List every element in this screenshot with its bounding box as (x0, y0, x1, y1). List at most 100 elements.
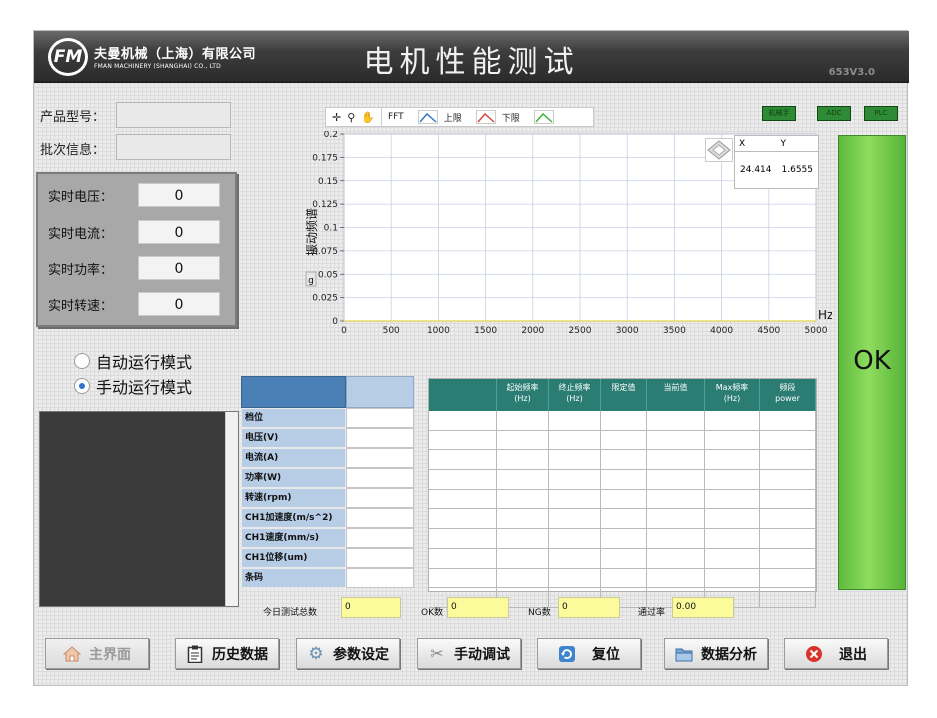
frequency-band-cell (647, 509, 705, 530)
robot-status-led: 机械手 (762, 106, 796, 121)
frequency-band-cell (601, 450, 647, 471)
measurement-row-value (346, 428, 414, 448)
measurement-row-value (346, 408, 414, 428)
gear-icon: ⚙ (308, 643, 324, 664)
measurement-row: 电流(A) (241, 448, 414, 468)
frequency-band-header-cell: Max频率 (Hz) (705, 379, 760, 411)
app-window: FM 夫曼机械（上海）有限公司 FMAN MACHINERY (SHANGHAI… (33, 30, 909, 686)
reset-button-label: 复位 (592, 646, 620, 663)
realtime-voltage-label: 实时电压： (48, 190, 114, 205)
frequency-band-cell (705, 509, 760, 530)
frequency-band-cell (760, 450, 816, 471)
frequency-band-row (429, 548, 816, 569)
reset-button[interactable]: 复位 (537, 638, 641, 669)
frequency-band-cell (429, 509, 497, 530)
refresh-icon (558, 645, 576, 663)
frequency-band-cell (429, 470, 497, 490)
pass-rate-label: 通过率 (638, 608, 666, 618)
ok-count-label: OK数 (421, 608, 443, 618)
plc-status-led: PLC (864, 106, 898, 121)
frequency-band-header-cell: 限定值 (601, 379, 647, 411)
frequency-band-row (429, 568, 816, 589)
frequency-band-cell (705, 548, 760, 569)
realtime-voltage-row: 实时电压： 0 (38, 183, 238, 207)
frequency-band-cell (760, 430, 816, 451)
home-button[interactable]: 主界面 (45, 638, 149, 669)
frequency-band-cell (497, 568, 549, 589)
auto-mode-radio[interactable]: 自动运行模式 (74, 349, 192, 373)
version-label: 653V3.0 (828, 67, 875, 78)
frequency-band-cell (760, 489, 816, 510)
parameter-settings-button-label: 参数设定 (333, 646, 389, 663)
home-icon (63, 645, 81, 663)
measurement-row-label: 电流(A) (241, 448, 346, 468)
frequency-band-cell (429, 529, 497, 549)
frequency-band-cell (497, 470, 549, 490)
measurement-row-value (346, 548, 414, 568)
manual-debug-button[interactable]: ✂ 手动调试 (417, 638, 521, 669)
fft-line-swatch-icon[interactable] (417, 110, 438, 124)
measurement-row: CH1位移(um) (241, 548, 414, 568)
lower-limit-swatch-icon[interactable] (533, 110, 554, 124)
frequency-band-header-cell: 起始频率 (Hz) (497, 379, 549, 411)
frequency-band-cell (647, 529, 705, 549)
frequency-band-cell (429, 411, 497, 431)
frequency-band-cell (497, 489, 549, 510)
upper-limit-swatch-icon[interactable] (475, 110, 496, 124)
frequency-band-table-header: 起始频率 (Hz) 终止频率 (Hz) 限定值 当前值 Max频率 (Hz) 频段 pow… (429, 379, 816, 411)
measurement-row-label: CH1速度(mm/s) (241, 528, 346, 548)
pass-rate-value: 0.00 (672, 597, 734, 618)
realtime-voltage-value: 0 (138, 183, 220, 207)
batch-info-field[interactable] (116, 134, 231, 160)
frequency-band-cell (429, 489, 497, 510)
crosshair-tool-icon[interactable]: ✛ (332, 111, 341, 124)
frequency-band-cell (549, 470, 601, 490)
frequency-band-cell (760, 548, 816, 569)
x-tick-label: 1500 (474, 326, 497, 336)
header-bar: FM 夫曼机械（上海）有限公司 FMAN MACHINERY (SHANGHAI… (34, 31, 909, 83)
frequency-band-cell (705, 529, 760, 549)
history-button[interactable]: 历史数据 (175, 638, 279, 669)
realtime-speed-value: 0 (138, 292, 220, 316)
data-analysis-button[interactable]: 数据分析 (664, 638, 768, 669)
frequency-band-cell (497, 529, 549, 549)
parameter-settings-button[interactable]: ⚙ 参数设定 (296, 638, 400, 669)
manual-debug-button-label: 手动调试 (454, 646, 510, 663)
x-tick-label: 5000 (805, 326, 828, 336)
frequency-band-header-cell (429, 379, 497, 411)
frequency-band-cell (601, 548, 647, 569)
cursor-readout: X Y 24.414 1.6555 (734, 135, 819, 189)
realtime-power-row: 实时功率： 0 (38, 256, 238, 280)
realtime-power-label: 实时功率： (48, 263, 114, 278)
frequency-band-cell (760, 411, 816, 431)
frequency-band-cell (760, 568, 816, 589)
frequency-band-cell (647, 470, 705, 490)
history-button-label: 历史数据 (212, 646, 268, 663)
wrench-icon: ✂ (430, 644, 444, 663)
frequency-band-cell (549, 450, 601, 471)
exit-button[interactable]: 退出 (784, 638, 888, 669)
log-scrollbar[interactable] (225, 412, 238, 606)
frequency-band-cell (549, 509, 601, 530)
zoom-tool-icon[interactable]: ⚲ (347, 111, 355, 124)
pan-hand-icon[interactable]: ✋ (361, 111, 375, 124)
frequency-band-cell (705, 430, 760, 451)
measurement-row-value (346, 568, 414, 588)
cursor-navigator-icon[interactable] (705, 138, 733, 162)
radio-unchecked-icon (74, 353, 90, 369)
measurement-table: 档位 电压(V) 电流(A) 功率(W) 转速(rpm) CH1加速度(m/s^2) CH1… (241, 376, 414, 588)
data-analysis-button-label: 数据分析 (701, 646, 757, 663)
x-tick-label: 1000 (427, 326, 450, 336)
product-model-field[interactable] (116, 102, 231, 128)
x-tick-label: 500 (383, 326, 400, 336)
frequency-band-cell (601, 430, 647, 451)
y-axis-label: 振动频谱 (305, 208, 319, 256)
manual-mode-radio[interactable]: 手动运行模式 (74, 374, 192, 398)
today-total-value: 0 (341, 597, 401, 618)
frequency-band-cell (705, 450, 760, 471)
frequency-band-cell (429, 568, 497, 589)
x-tick-label: 3000 (616, 326, 639, 336)
page-title: 电机性能测试 (363, 45, 580, 80)
frequency-band-cell (549, 489, 601, 510)
measurement-header-label-cell (241, 376, 346, 408)
